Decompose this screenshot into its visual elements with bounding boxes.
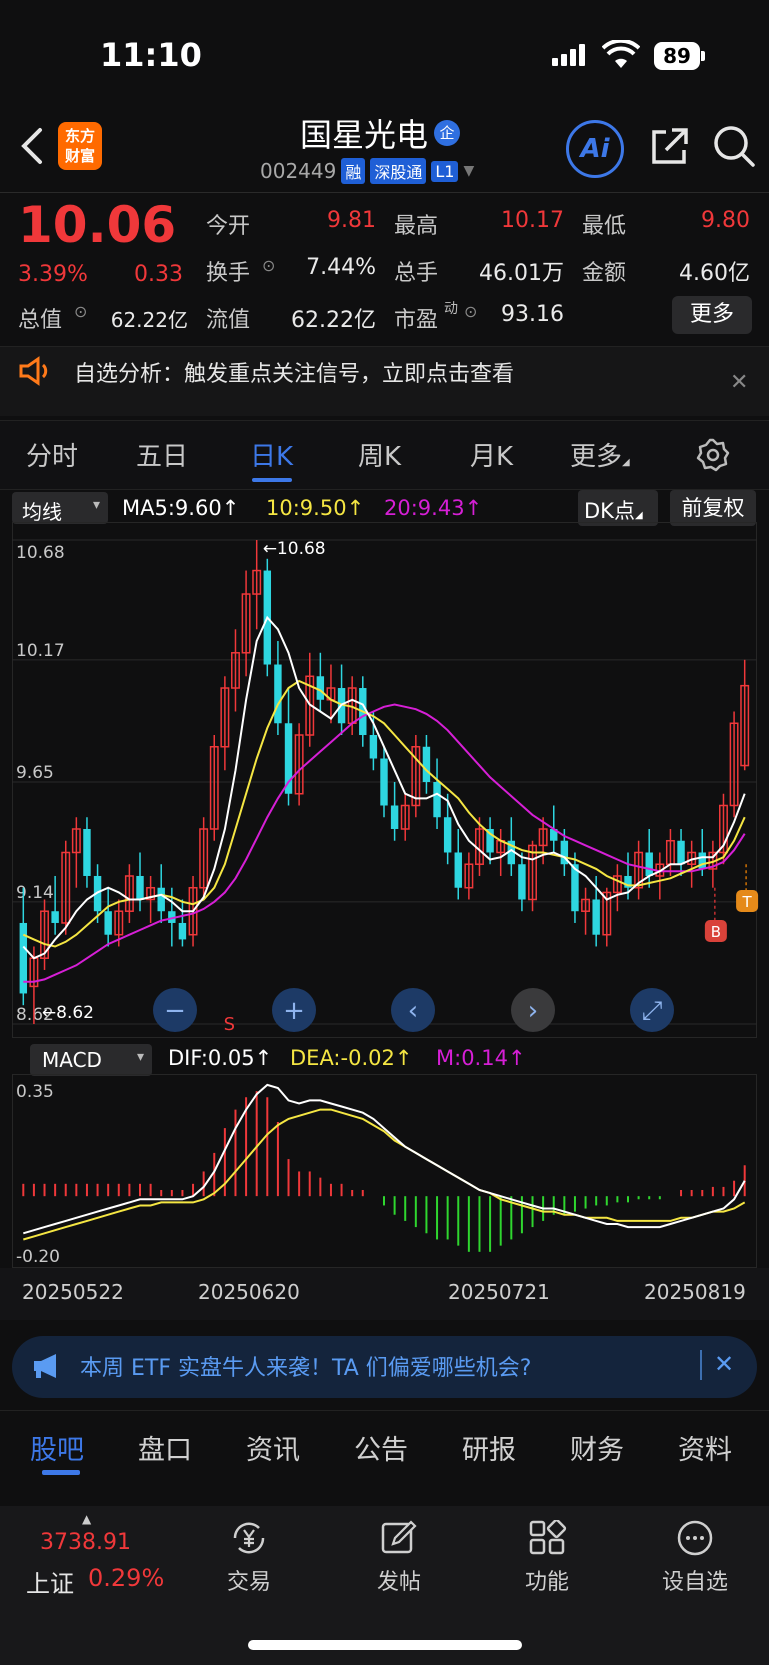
candle-body bbox=[51, 911, 59, 923]
candle-body bbox=[380, 758, 388, 806]
candle-body bbox=[136, 875, 144, 900]
zoom-in-icon-glyph: + bbox=[283, 996, 305, 1026]
y-axis-label: 9.14 bbox=[16, 883, 54, 903]
candle-body bbox=[443, 817, 452, 853]
promo-text[interactable]: 本周 ETF 实盘牛人来袭！TA 们偏爱哪些机会? bbox=[80, 1350, 531, 1382]
tab-research[interactable]: 研报 bbox=[462, 1428, 516, 1467]
nav-trade-label: 交易 bbox=[226, 1570, 271, 1595]
tab-profile[interactable]: 资料 bbox=[678, 1428, 732, 1467]
candle-body bbox=[19, 922, 28, 994]
dif-indicator: DIF:0.05↑ bbox=[168, 1046, 272, 1070]
close-icon[interactable]: ✕ bbox=[714, 1350, 734, 1378]
y-axis-label: 10.68 bbox=[16, 543, 65, 563]
y-axis-label: 10.17 bbox=[16, 641, 65, 661]
date-label: 20250522 bbox=[22, 1280, 124, 1304]
zoom-out-icon-glyph: − bbox=[164, 996, 186, 1026]
nav-functions[interactable]: 功能 bbox=[492, 1520, 602, 1596]
yen-cycle-icon bbox=[233, 1522, 265, 1554]
high-marker: ←10.68 bbox=[263, 539, 326, 559]
signal-t-label: T bbox=[742, 893, 753, 911]
caret-up-icon: ▲ bbox=[82, 1512, 92, 1526]
dea-indicator: DEA:-0.02↑ bbox=[290, 1046, 412, 1070]
index-value[interactable]: 3738.91 bbox=[40, 1530, 131, 1555]
date-label: 20250819 bbox=[644, 1280, 746, 1304]
fullscreen-icon-glyph: ⤢ bbox=[642, 996, 663, 1026]
candle-body bbox=[369, 735, 378, 759]
scroll-left-icon-glyph: ‹ bbox=[408, 996, 418, 1026]
candle-body bbox=[433, 782, 441, 818]
candle-body bbox=[104, 911, 112, 935]
index-name[interactable]: 上证 bbox=[26, 1564, 74, 1599]
up-arrow-icon: ↑ bbox=[507, 1046, 526, 1070]
up-arrow-icon: ↑ bbox=[254, 1046, 273, 1070]
candle-body bbox=[390, 805, 399, 829]
signal-buy-label: B bbox=[711, 923, 721, 941]
scroll-right-icon-glyph: › bbox=[528, 996, 538, 1026]
index-change[interactable]: 0.29% bbox=[88, 1564, 164, 1592]
candle-body bbox=[316, 676, 325, 700]
y-axis-label: 9.65 bbox=[16, 763, 54, 783]
tab-forum[interactable]: 股吧 bbox=[30, 1428, 84, 1467]
signal-sell-label: S bbox=[224, 1014, 235, 1035]
nav-functions-label: 功能 bbox=[524, 1570, 569, 1595]
candle-body bbox=[422, 746, 431, 782]
nav-add-watchlist[interactable]: 设自选 bbox=[640, 1520, 750, 1596]
candle-body bbox=[592, 899, 600, 935]
nav-post-label: 发帖 bbox=[376, 1570, 421, 1595]
candle-body bbox=[518, 864, 526, 900]
m-value: M:0.14 bbox=[436, 1046, 508, 1070]
tab-news[interactable]: 资讯 bbox=[246, 1428, 300, 1467]
nav-post[interactable]: 发帖 bbox=[344, 1520, 454, 1596]
macd-dropdown[interactable]: MACD bbox=[30, 1044, 152, 1076]
m-indicator: M:0.14↑ bbox=[436, 1046, 526, 1070]
divider bbox=[700, 1350, 702, 1380]
dea-value: DEA:-0.02 bbox=[290, 1046, 395, 1070]
megaphone-icon bbox=[32, 1352, 62, 1384]
low-marker: ←8.62 bbox=[42, 1003, 94, 1023]
date-label: 20250721 bbox=[448, 1280, 550, 1304]
macd-chart[interactable] bbox=[12, 1074, 757, 1268]
tab-order-book[interactable]: 盘口 bbox=[138, 1428, 192, 1467]
nav-add-watchlist-label: 设自选 bbox=[661, 1570, 728, 1595]
candle-body bbox=[178, 922, 187, 940]
grid-icon bbox=[529, 1520, 567, 1555]
candle-body bbox=[157, 887, 165, 912]
more-circle-icon bbox=[677, 1520, 713, 1556]
nav-trade[interactable]: 交易 bbox=[194, 1520, 304, 1596]
active-tab-indicator bbox=[42, 1470, 80, 1475]
tab-financials[interactable]: 财务 bbox=[570, 1428, 624, 1467]
date-label: 20250620 bbox=[198, 1280, 300, 1304]
candle-body bbox=[454, 852, 462, 888]
edit-icon bbox=[381, 1520, 417, 1554]
candle-body bbox=[698, 852, 706, 869]
candle-body bbox=[274, 664, 282, 724]
dif-value: DIF:0.05 bbox=[168, 1046, 255, 1070]
candle-body bbox=[677, 840, 685, 865]
candle-body bbox=[83, 828, 91, 876]
home-indicator bbox=[248, 1640, 522, 1650]
tab-announcements[interactable]: 公告 bbox=[354, 1428, 408, 1467]
candle-body bbox=[645, 852, 653, 876]
up-arrow-icon: ↑ bbox=[394, 1046, 413, 1070]
